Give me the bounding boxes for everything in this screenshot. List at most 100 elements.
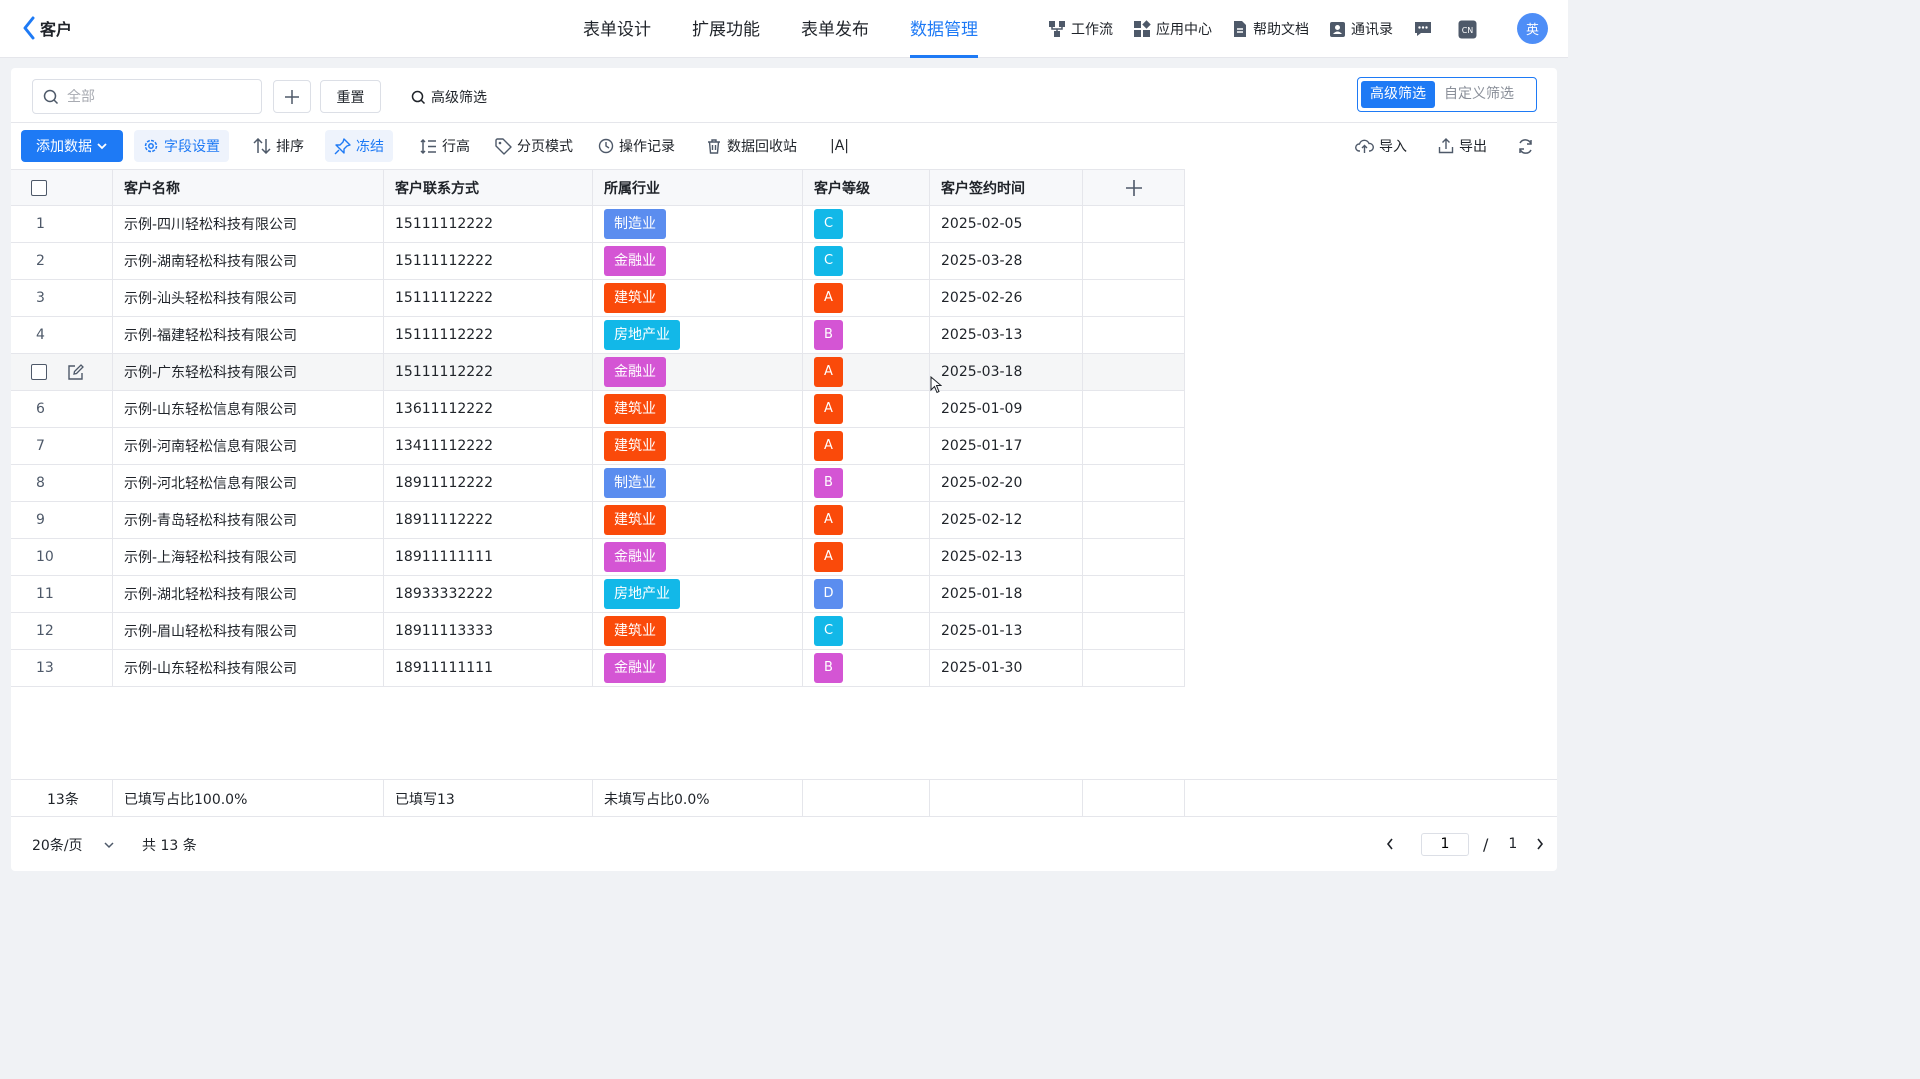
tab-data-management[interactable]: 数据管理 xyxy=(910,0,978,58)
table-row[interactable]: 6 示例-山东轻松信息有限公司 13611112222 建筑业 A 2025-01-09 xyxy=(11,391,1557,428)
table-row[interactable]: 13 示例-山东轻松科技有限公司 18911111111 金融业 B 2025-01-30 xyxy=(11,650,1557,687)
app-center-button[interactable]: 应用中心 xyxy=(1133,19,1212,39)
cell-sign-date[interactable]: 2025-01-09 xyxy=(930,391,1083,428)
cell-customer-name[interactable]: 示例-眉山轻松科技有限公司 xyxy=(113,613,384,650)
cell-sign-date[interactable]: 2025-02-13 xyxy=(930,539,1083,576)
cell-grade[interactable]: C xyxy=(803,243,930,280)
add-column-button[interactable] xyxy=(1083,169,1185,206)
table-row[interactable]: 12 示例-眉山轻松科技有限公司 18911113333 建筑业 C 2025-01-13 xyxy=(11,613,1557,650)
cell-sign-date[interactable]: 2025-02-26 xyxy=(930,280,1083,317)
seg-advanced-filter[interactable]: 高级筛选 xyxy=(1361,81,1435,108)
cell-phone[interactable]: 13611112222 xyxy=(384,391,593,428)
cell-customer-name[interactable]: 示例-四川轻松科技有限公司 xyxy=(113,206,384,243)
cell-industry[interactable]: 制造业 xyxy=(593,206,803,243)
table-row[interactable]: 示例-广东轻松科技有限公司 15111112222 金融业 A 2025-03-18 xyxy=(11,354,1557,391)
export-button[interactable]: 导出 xyxy=(1429,130,1496,162)
back-button[interactable]: 客户 xyxy=(22,16,72,40)
operation-log-button[interactable]: 操作记录 xyxy=(589,130,684,162)
cell-phone[interactable]: 18911112222 xyxy=(384,465,593,502)
cell-customer-name[interactable]: 示例-湖南轻松科技有限公司 xyxy=(113,243,384,280)
cell-industry[interactable]: 房地产业 xyxy=(593,576,803,613)
table-row[interactable]: 1 示例-四川轻松科技有限公司 15111112222 制造业 C 2025-02-05 xyxy=(11,206,1557,243)
text-size-button[interactable]: |A| xyxy=(821,130,858,162)
search-box[interactable] xyxy=(32,79,262,114)
cell-grade[interactable]: B xyxy=(803,650,930,687)
reset-button[interactable]: 重置 xyxy=(320,80,381,113)
cell-grade[interactable]: B xyxy=(803,465,930,502)
cell-industry[interactable]: 建筑业 xyxy=(593,502,803,539)
edit-icon[interactable] xyxy=(67,363,84,381)
cell-phone[interactable]: 18911111111 xyxy=(384,539,593,576)
cell-customer-name[interactable]: 示例-上海轻松科技有限公司 xyxy=(113,539,384,576)
cell-phone[interactable]: 15111112222 xyxy=(384,317,593,354)
add-filter-button[interactable] xyxy=(273,80,311,113)
cell-grade[interactable]: A xyxy=(803,280,930,317)
cell-industry[interactable]: 制造业 xyxy=(593,465,803,502)
avatar[interactable]: 英 xyxy=(1517,13,1548,44)
table-row[interactable]: 9 示例-青岛轻松科技有限公司 18911112222 建筑业 A 2025-02-12 xyxy=(11,502,1557,539)
cell-customer-name[interactable]: 示例-山东轻松科技有限公司 xyxy=(113,650,384,687)
refresh-button[interactable] xyxy=(1508,130,1543,162)
cell-industry[interactable]: 房地产业 xyxy=(593,317,803,354)
header-cell-industry[interactable]: 所属行业 xyxy=(593,169,803,206)
cell-grade[interactable]: D xyxy=(803,576,930,613)
page-number-input[interactable] xyxy=(1421,832,1469,856)
cell-industry[interactable]: 建筑业 xyxy=(593,280,803,317)
tab-extensions[interactable]: 扩展功能 xyxy=(692,0,760,58)
table-row[interactable]: 8 示例-河北轻松信息有限公司 18911112222 制造业 B 2025-02-20 xyxy=(11,465,1557,502)
cell-industry[interactable]: 建筑业 xyxy=(593,613,803,650)
cell-industry[interactable]: 金融业 xyxy=(593,539,803,576)
tab-form-design[interactable]: 表单设计 xyxy=(583,0,651,58)
seg-custom-filter[interactable]: 自定义筛选 xyxy=(1435,81,1523,108)
cell-phone[interactable]: 13411112222 xyxy=(384,428,593,465)
cell-sign-date[interactable]: 2025-01-18 xyxy=(930,576,1083,613)
cell-grade[interactable]: A xyxy=(803,502,930,539)
table-row[interactable]: 2 示例-湖南轻松科技有限公司 15111112222 金融业 C 2025-03-28 xyxy=(11,243,1557,280)
cell-sign-date[interactable]: 2025-01-30 xyxy=(930,650,1083,687)
import-button[interactable]: 导入 xyxy=(1346,130,1416,162)
cell-customer-name[interactable]: 示例-广东轻松科技有限公司 xyxy=(113,354,384,391)
recycle-bin-button[interactable]: 数据回收站 xyxy=(697,130,806,162)
row-height-button[interactable]: 行高 xyxy=(411,130,479,162)
cell-phone[interactable]: 18911112222 xyxy=(384,502,593,539)
table-row[interactable]: 3 示例-汕头轻松科技有限公司 15111112222 建筑业 A 2025-02-26 xyxy=(11,280,1557,317)
cell-customer-name[interactable]: 示例-山东轻松信息有限公司 xyxy=(113,391,384,428)
header-cell-grade[interactable]: 客户等级 xyxy=(803,169,930,206)
help-docs-button[interactable]: 帮助文档 xyxy=(1232,19,1309,39)
table-row[interactable]: 4 示例-福建轻松科技有限公司 15111112222 房地产业 B 2025-03-13 xyxy=(11,317,1557,354)
cell-phone[interactable]: 15111112222 xyxy=(384,206,593,243)
cell-sign-date[interactable]: 2025-01-17 xyxy=(930,428,1083,465)
cell-grade[interactable]: C xyxy=(803,206,930,243)
cell-sign-date[interactable]: 2025-01-13 xyxy=(930,613,1083,650)
cell-industry[interactable]: 金融业 xyxy=(593,354,803,391)
cell-grade[interactable]: C xyxy=(803,613,930,650)
cell-customer-name[interactable]: 示例-河南轻松信息有限公司 xyxy=(113,428,384,465)
add-data-button[interactable]: 添加数据 xyxy=(21,130,123,162)
table-row[interactable]: 7 示例-河南轻松信息有限公司 13411112222 建筑业 A 2025-01-17 xyxy=(11,428,1557,465)
cell-sign-date[interactable]: 2025-02-12 xyxy=(930,502,1083,539)
cell-phone[interactable]: 18911111111 xyxy=(384,650,593,687)
next-page-button[interactable] xyxy=(1531,835,1549,853)
cell-sign-date[interactable]: 2025-02-20 xyxy=(930,465,1083,502)
cell-sign-date[interactable]: 2025-02-05 xyxy=(930,206,1083,243)
cell-customer-name[interactable]: 示例-福建轻松科技有限公司 xyxy=(113,317,384,354)
header-cell-phone[interactable]: 客户联系方式 xyxy=(384,169,593,206)
cell-sign-date[interactable]: 2025-03-13 xyxy=(930,317,1083,354)
contacts-button[interactable]: 通讯录 xyxy=(1329,19,1393,39)
advanced-filter-link[interactable]: 高级筛选 xyxy=(411,87,487,107)
cell-grade[interactable]: B xyxy=(803,317,930,354)
cell-grade[interactable]: A xyxy=(803,391,930,428)
field-settings-button[interactable]: 字段设置 xyxy=(134,130,229,162)
cell-industry[interactable]: 建筑业 xyxy=(593,428,803,465)
message-button[interactable] xyxy=(1413,19,1433,39)
page-mode-button[interactable]: 分页模式 xyxy=(486,130,582,162)
cell-grade[interactable]: A xyxy=(803,354,930,391)
workflow-button[interactable]: 工作流 xyxy=(1048,19,1113,39)
cell-customer-name[interactable]: 示例-湖北轻松科技有限公司 xyxy=(113,576,384,613)
search-input[interactable] xyxy=(67,88,237,105)
select-all-checkbox[interactable] xyxy=(31,179,47,196)
cell-phone[interactable]: 18911113333 xyxy=(384,613,593,650)
cell-phone[interactable]: 18933332222 xyxy=(384,576,593,613)
cell-grade[interactable]: A xyxy=(803,539,930,576)
cell-industry[interactable]: 建筑业 xyxy=(593,391,803,428)
